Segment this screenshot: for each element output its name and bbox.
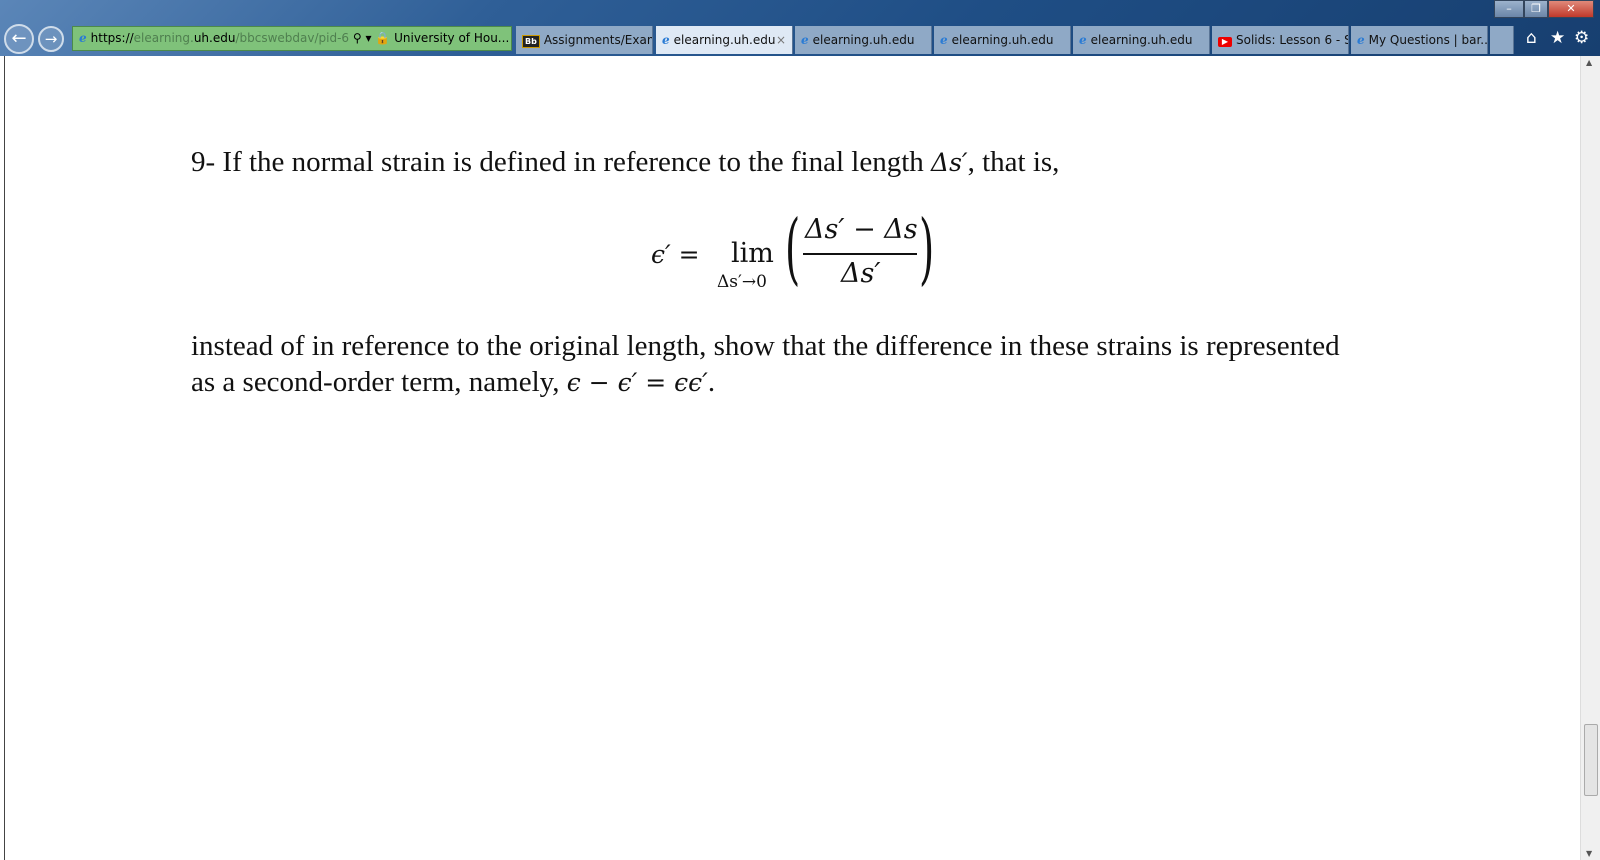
eq-denominator: Δs′	[841, 258, 881, 289]
back-button[interactable]: ←	[4, 24, 34, 54]
line3-end: .	[707, 366, 716, 398]
url-host: uh.edu	[193, 31, 236, 45]
tab-elearning-2[interactable]: e elearning.uh.edu	[795, 26, 932, 54]
tab-assignments[interactable]: BbAssignments/Exam...	[516, 26, 653, 54]
ie-icon: e	[79, 31, 87, 45]
magnifier-icon[interactable]: ⚲ ▾	[353, 31, 375, 45]
favorites-star-icon[interactable]: ★	[1550, 28, 1565, 48]
site-identity[interactable]: University of Hou...	[394, 31, 509, 45]
eq-lim-subscript: Δs′→0	[717, 272, 767, 292]
eq-numerator: Δs′ − Δs	[805, 214, 918, 245]
line3-math: ϵ − ϵ′ = ϵϵ′	[566, 368, 708, 397]
ie-icon: e	[662, 33, 670, 47]
tab-label: elearning.uh.edu	[673, 33, 776, 47]
forward-button[interactable]: →	[38, 26, 64, 52]
tab-label: My Questions | bar...	[1368, 33, 1488, 47]
browser-chrome: ← → e https://elearning.uh.edu/bbcswebdav…	[0, 0, 1600, 56]
left-paren: (	[785, 204, 801, 294]
tab-elearning-active[interactable]: e elearning.uh.edu ×	[656, 26, 793, 54]
tab-elearning-3[interactable]: e elearning.uh.edu	[934, 26, 1071, 54]
tab-label: Assignments/Exam...	[543, 33, 652, 47]
home-icon[interactable]: ⌂	[1526, 28, 1537, 48]
tab-my-questions[interactable]: e My Questions | bar...	[1351, 26, 1488, 54]
ie-icon: e	[1357, 33, 1365, 47]
vertical-scrollbar[interactable]: ▲ ▼	[1580, 56, 1600, 860]
intro-end: , that is,	[967, 146, 1060, 178]
ie-icon: e	[940, 33, 948, 47]
scrollbar-thumb[interactable]	[1584, 724, 1598, 796]
tab-youtube[interactable]: ▶ Solids: Lesson 6 - S...	[1212, 26, 1349, 54]
tab-label: elearning.uh.edu	[1090, 33, 1193, 47]
new-tab-button[interactable]	[1490, 26, 1514, 54]
line3-text: as a second-order term, namely,	[191, 366, 560, 398]
problem-intro: 9- If the normal strain is defined in re…	[191, 144, 1059, 181]
ie-icon: e	[1079, 33, 1087, 47]
gear-icon[interactable]: ⚙	[1574, 28, 1589, 48]
tab-elearning-4[interactable]: e elearning.uh.edu	[1073, 26, 1210, 54]
ie-icon: e	[801, 33, 809, 47]
intro-text: 9- If the normal strain is defined in re…	[191, 146, 924, 178]
tab-label: Solids: Lesson 6 - S...	[1236, 33, 1348, 47]
minimize-button[interactable]: –	[1494, 0, 1524, 18]
problem-line2: instead of in reference to the original …	[191, 330, 1340, 362]
page-content: 9- If the normal strain is defined in re…	[4, 56, 1580, 860]
scroll-down-arrow-icon[interactable]: ▼	[1586, 849, 1592, 858]
right-paren: )	[919, 204, 935, 294]
scroll-up-arrow-icon[interactable]: ▲	[1586, 58, 1592, 67]
eq-lim: lim	[731, 238, 774, 269]
close-tab-icon[interactable]: ×	[776, 26, 786, 54]
url-path: /bbcswebdav/pid-6	[235, 31, 350, 45]
url-scheme: https://	[90, 31, 134, 45]
url-host-prefix: elearning.	[133, 31, 194, 45]
tab-label: elearning.uh.edu	[812, 33, 915, 47]
lock-icon: 🔒	[375, 31, 391, 45]
fraction-bar	[803, 253, 917, 255]
blackboard-icon: Bb	[522, 35, 540, 48]
close-window-button[interactable]: ✕	[1548, 0, 1594, 18]
restore-button[interactable]: ❐	[1524, 0, 1548, 18]
problem-line3: as a second-order term, namely, ϵ − ϵ′ =…	[191, 364, 715, 401]
eq-lhs: ϵ′ =	[651, 240, 700, 269]
youtube-icon: ▶	[1218, 37, 1232, 47]
address-bar[interactable]: e https://elearning.uh.edu/bbcswebdav/pid…	[72, 26, 512, 51]
tab-label: elearning.uh.edu	[951, 33, 1054, 47]
intro-math: Δs′	[931, 148, 968, 177]
